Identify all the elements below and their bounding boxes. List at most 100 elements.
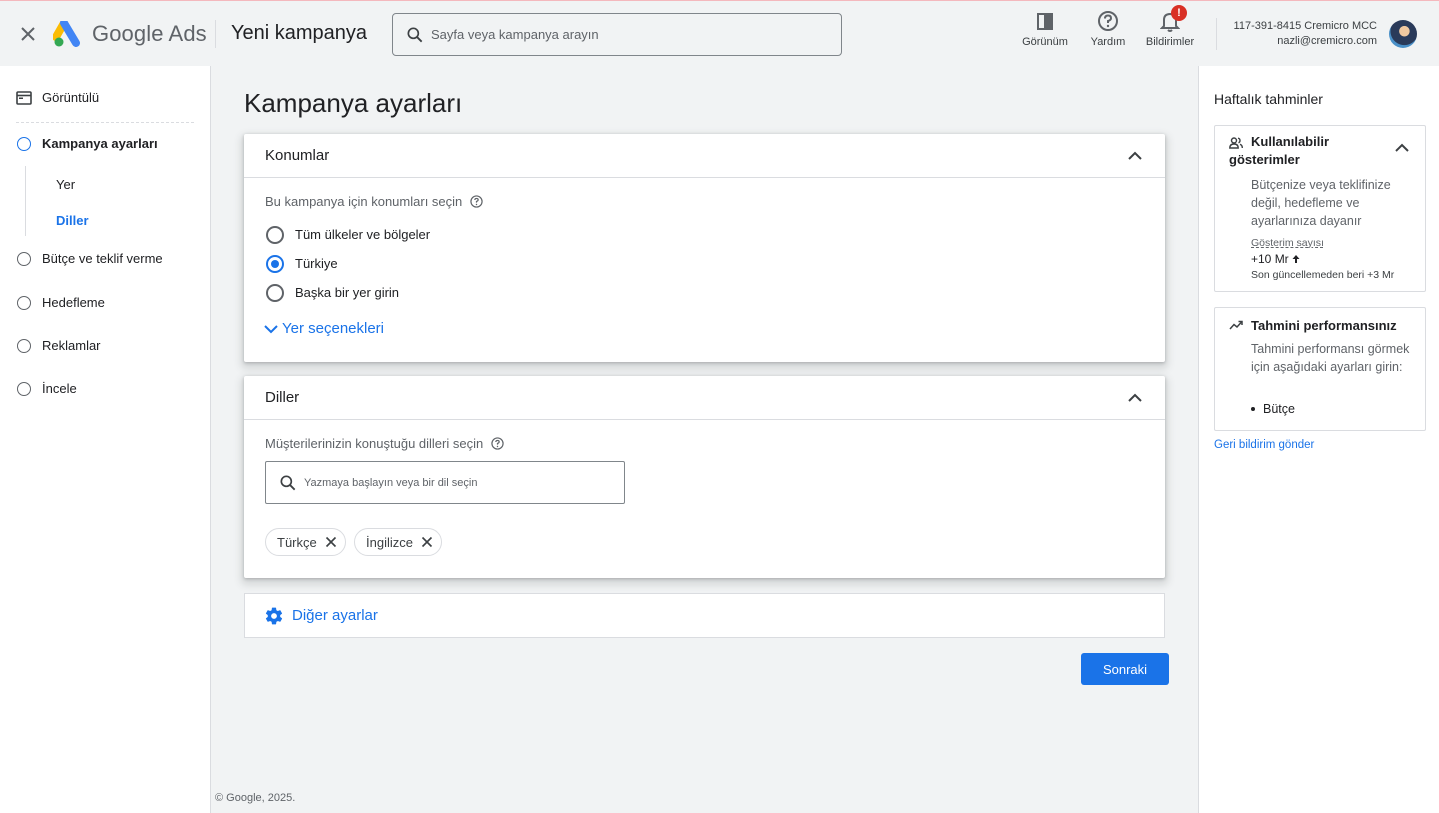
- avatar[interactable]: [1389, 20, 1417, 48]
- bullet-dot: [1251, 407, 1255, 411]
- chip-label: İngilizce: [366, 534, 413, 550]
- radio-all-countries[interactable]: Tüm ülkeler ve bölgeler: [266, 220, 430, 249]
- google-ads-logo: [53, 21, 80, 47]
- step-circle: [17, 381, 31, 396]
- sidebar-item-campaign-settings[interactable]: Kampanya ayarları: [0, 136, 211, 151]
- help-button[interactable]: Yardım: [1086, 10, 1130, 48]
- sidebar-item-label: Görüntülü: [42, 90, 100, 105]
- language-chip-english: İngilizce: [354, 528, 442, 556]
- performance-header: Tahmini performansınız: [1229, 317, 1397, 336]
- radio-button[interactable]: [266, 283, 284, 302]
- sidebar: Görüntülü Kampanya ayarları Yer Diller B…: [0, 66, 211, 813]
- impressions-metric: +10 Mr: [1251, 252, 1300, 266]
- languages-card: Diller Müşterilerinizin konuştuğu diller…: [244, 376, 1165, 578]
- radio-label: Başka bir yer girin: [295, 285, 400, 300]
- page-title: Yeni kampanya: [231, 22, 368, 44]
- view-label: Görünüm: [1022, 36, 1068, 48]
- impressions-card: Kullanılabilir gösterimler Bütçenize vey…: [1214, 125, 1426, 292]
- next-button[interactable]: Sonraki: [1081, 653, 1169, 685]
- sidebar-divider: [16, 122, 194, 123]
- notification-badge: !: [1171, 5, 1187, 21]
- chip-label: Türkçe: [277, 534, 317, 550]
- question-icon[interactable]: [491, 437, 504, 450]
- feedback-link[interactable]: Geri bildirim gönder: [1214, 439, 1314, 451]
- sidebar-item-label: Reklamlar: [42, 338, 101, 353]
- chevron-up-icon[interactable]: [1394, 140, 1410, 156]
- sidebar-item-review[interactable]: İncele: [0, 381, 211, 396]
- search-icon: [407, 27, 423, 42]
- impressions-metric-label[interactable]: Gösterim sayısı: [1251, 237, 1324, 249]
- locations-header[interactable]: Konumlar: [244, 134, 1165, 178]
- language-chip-turkish: Türkçe: [265, 528, 346, 556]
- question-icon[interactable]: [470, 195, 483, 208]
- sidebar-subitem-location[interactable]: Yer: [56, 177, 75, 192]
- other-settings-button[interactable]: Diğer ayarlar: [244, 593, 1165, 638]
- step-circle: [17, 251, 31, 266]
- chip-close-icon[interactable]: [421, 536, 433, 548]
- chip-close-icon[interactable]: [325, 536, 337, 548]
- close-button[interactable]: [16, 22, 40, 46]
- arrow-up-icon: [1292, 255, 1300, 263]
- search-box[interactable]: [392, 13, 842, 56]
- performance-bullet: Bütçe: [1251, 402, 1295, 416]
- header-divider-right: [1216, 18, 1217, 50]
- language-search-box[interactable]: [265, 461, 625, 504]
- gear-icon: [265, 607, 283, 624]
- performance-desc: Tahmini performansı görmek için aşağıdak…: [1251, 342, 1410, 374]
- sidebar-item-targeting[interactable]: Hedefleme: [0, 295, 211, 310]
- sidebar-item-budget[interactable]: Bütçe ve teklif verme: [0, 251, 211, 266]
- impressions-metric-value: +10 Mr: [1251, 252, 1289, 266]
- step-circle: [17, 295, 31, 310]
- chevron-down-icon: [264, 324, 278, 333]
- radio-turkey[interactable]: Türkiye: [266, 249, 430, 278]
- chevron-up-icon[interactable]: [1127, 148, 1143, 164]
- search-icon: [280, 475, 296, 490]
- step-circle: [17, 136, 31, 151]
- sidebar-item-label: Hedefleme: [42, 295, 105, 310]
- impressions-desc: Bütçenize veya teklifinize değil, hedefl…: [1251, 178, 1391, 228]
- other-settings-label: Diğer ayarlar: [292, 607, 378, 624]
- locations-prompt-text: Bu kampanya için konumları seçin: [265, 194, 463, 209]
- sidebar-item-label: Kampanya ayarları: [42, 136, 158, 151]
- sub-item-line: [25, 166, 26, 236]
- notifications-button[interactable]: ! Bildirimler: [1140, 5, 1200, 48]
- display-icon: [16, 90, 32, 105]
- step-circle: [17, 338, 31, 353]
- view-button[interactable]: Görünüm: [1018, 10, 1072, 48]
- header-divider: [215, 20, 216, 48]
- account-id: 117-391-8415 Cremicro MCC: [1233, 20, 1377, 32]
- location-radio-group: Tüm ülkeler ve bölgeler Türkiye Başka bi…: [266, 220, 430, 307]
- radio-label: Tüm ülkeler ve bölgeler: [295, 227, 431, 242]
- languages-title: Diller: [265, 389, 300, 406]
- location-options-label: Yer seçenekleri: [282, 320, 385, 337]
- copyright: © Google, 2025.: [215, 792, 296, 804]
- account-info[interactable]: 117-391-8415 Cremicro MCC nazli@cremicro…: [1234, 19, 1377, 49]
- close-icon: [21, 27, 35, 41]
- help-label: Yardım: [1090, 36, 1126, 48]
- forecast-panel: Haftalık tahminler Kullanılabilir göster…: [1198, 66, 1439, 813]
- performance-card: Tahmini performansınız Tahmini performan…: [1214, 307, 1426, 431]
- languages-prompt: Müşterilerinizin konuştuğu dilleri seçin: [265, 436, 504, 451]
- sidebar-subitem-languages[interactable]: Diller: [56, 213, 89, 228]
- languages-header[interactable]: Diller: [244, 376, 1165, 420]
- forecast-title: Haftalık tahminler: [1214, 91, 1323, 107]
- notifications-label: Bildirimler: [1145, 36, 1195, 48]
- section-title: Kampanya ayarları: [244, 88, 463, 118]
- chevron-up-icon[interactable]: [1127, 390, 1143, 406]
- radio-button[interactable]: [266, 225, 284, 244]
- sidebar-item-display[interactable]: Görüntülü: [0, 90, 211, 105]
- logo-text: Google Ads: [92, 21, 207, 46]
- radio-other-location[interactable]: Başka bir yer girin: [266, 278, 430, 307]
- performance-title: Tahmini performansınız: [1251, 318, 1397, 333]
- radio-button-selected[interactable]: [266, 254, 284, 273]
- sidebar-item-label: Bütçe ve teklif verme: [42, 251, 163, 266]
- sidebar-item-ads[interactable]: Reklamlar: [0, 338, 211, 353]
- top-bar: Google Ads Yeni kampanya Görünüm Yardım …: [0, 0, 1439, 66]
- languages-prompt-text: Müşterilerinizin konuştuğu dilleri seçin: [265, 436, 484, 451]
- location-options-link[interactable]: Yer seçenekleri: [263, 320, 384, 337]
- impressions-metric-note: Son güncellemeden beri +3 Mr: [1251, 269, 1395, 281]
- view-icon: [1037, 13, 1053, 30]
- performance-bullet-text: Bütçe: [1263, 402, 1295, 416]
- search-input[interactable]: [431, 27, 811, 42]
- language-search-input[interactable]: [304, 476, 604, 489]
